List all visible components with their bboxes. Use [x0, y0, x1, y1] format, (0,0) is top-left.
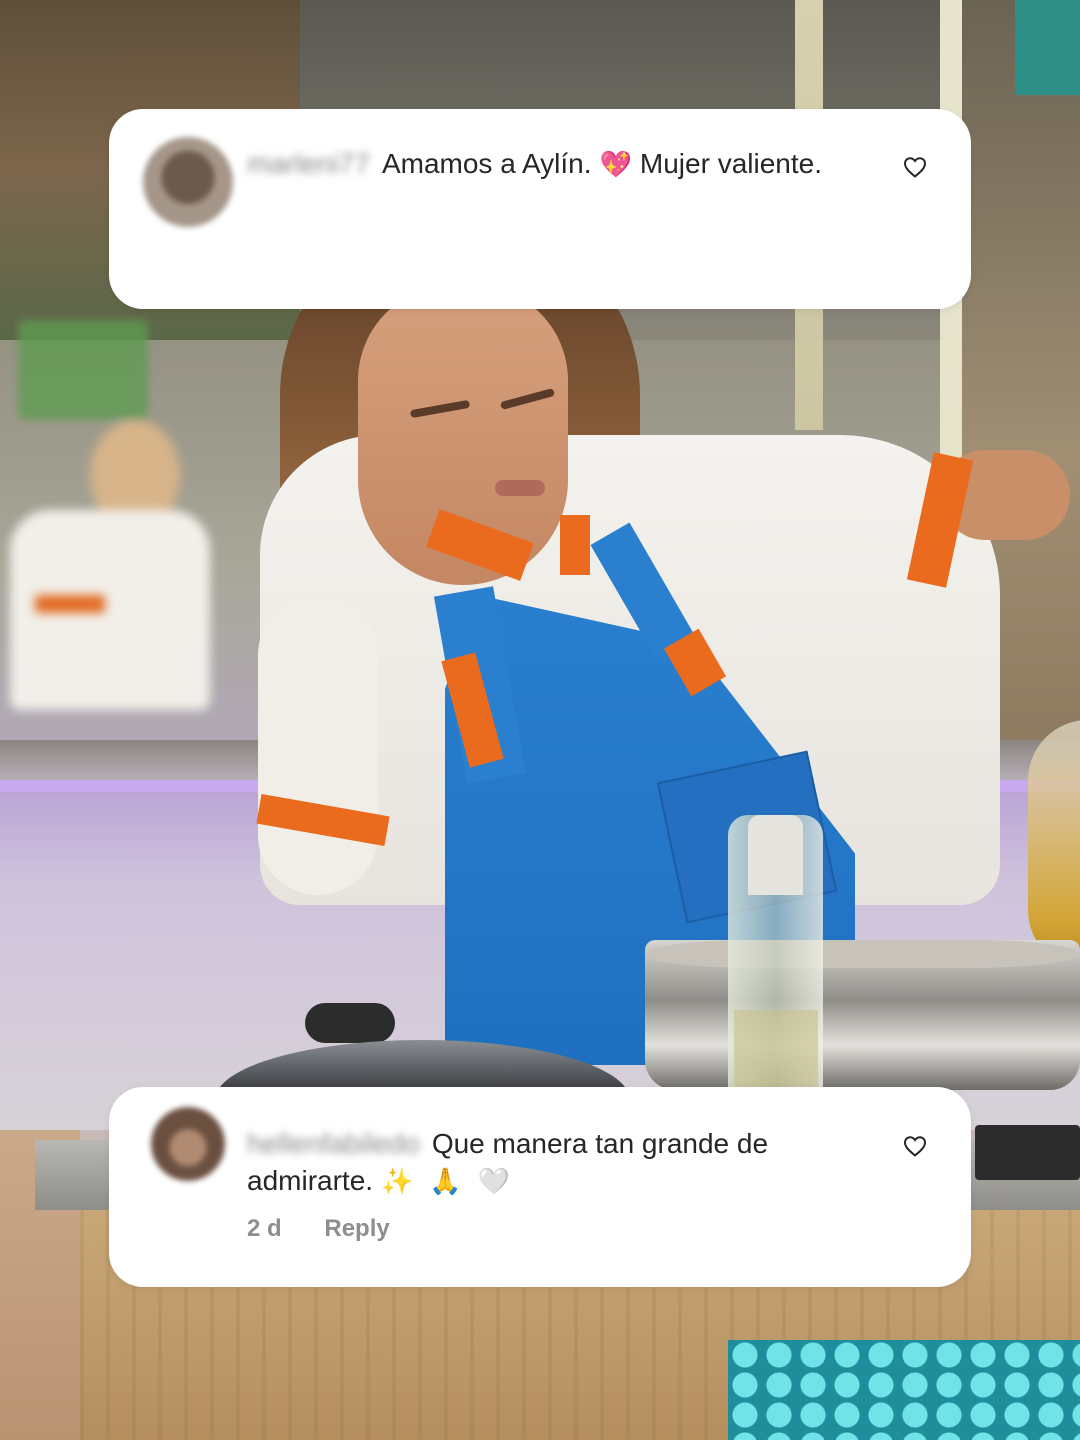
comment-card: marleni77 Amamos a Aylín. 💖 Mujer valiente. — [109, 109, 971, 309]
background-teal-panel — [1015, 0, 1080, 95]
post-image: marleni77 Amamos a Aylín. 💖 Mujer valiente.… — [0, 0, 1080, 1440]
hex-light-panel — [728, 1340, 1080, 1440]
comment-body: marleni77 Amamos a Aylín. 💖 Mujer valiente. — [247, 145, 891, 184]
bottle-cap — [748, 815, 803, 895]
pouring-jar — [1028, 720, 1080, 970]
comment-timestamp: 2 d — [247, 1215, 282, 1242]
heart-emoji: 💖 — [599, 150, 632, 180]
praying-hands-emoji: 🙏 — [429, 1167, 462, 1197]
stove-burner — [975, 1125, 1080, 1180]
heart-outline-icon[interactable] — [903, 156, 927, 178]
comment-card: hellenfabiledo Que manera tan grande de a… — [109, 1087, 971, 1287]
background-plants — [18, 320, 148, 420]
comment-text: Mujer valiente. — [639, 148, 822, 179]
sparkles-emoji: ✨ — [381, 1167, 414, 1197]
reply-button[interactable]: Reply — [324, 1215, 389, 1243]
white-heart-emoji: 🤍 — [477, 1167, 511, 1197]
comment-text: Amamos a Aylín. — [381, 148, 592, 179]
pot-lid-knob — [305, 1003, 395, 1043]
heart-outline-icon[interactable] — [903, 1135, 927, 1157]
avatar[interactable] — [151, 1107, 225, 1181]
avatar[interactable] — [143, 137, 233, 227]
comment-username[interactable]: hellenfabiledo — [247, 1125, 420, 1162]
comment-meta: 2 d Reply — [247, 1215, 390, 1243]
comment-username[interactable]: marleni77 — [247, 145, 370, 182]
background-person — [10, 420, 240, 710]
comment-body: hellenfabiledo Que manera tan grande de a… — [247, 1125, 891, 1201]
frying-pan-rim — [645, 940, 1080, 968]
